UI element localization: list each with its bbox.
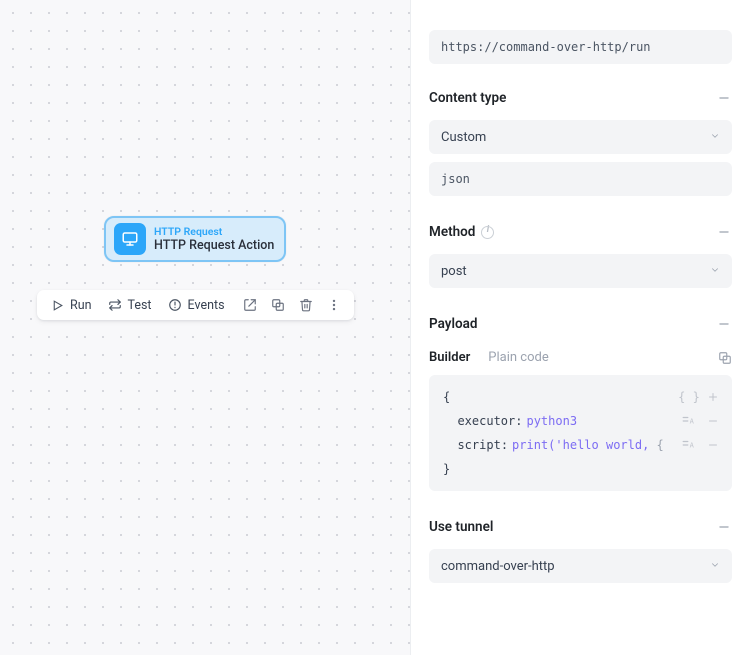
section-title-method: Method xyxy=(429,224,475,240)
section-title-content-type: Content type xyxy=(429,90,506,106)
remove-icon[interactable] xyxy=(706,438,720,452)
payload-val-executor: python3 xyxy=(526,414,577,428)
code-brace-open: { xyxy=(443,385,450,409)
run-button[interactable]: Run xyxy=(45,294,98,316)
events-label: Events xyxy=(188,298,225,313)
add-icon[interactable] xyxy=(706,390,720,404)
tunnel-value: command-over-http xyxy=(441,559,555,574)
content-type-select[interactable]: Custom xyxy=(429,120,732,154)
node-title: HTTP Request Action xyxy=(154,238,274,254)
code-brace-close: } xyxy=(443,457,450,481)
more-icon[interactable] xyxy=(322,294,346,316)
braces-icon[interactable]: { } xyxy=(682,390,696,404)
payload-val-script: print('hello world, xyxy=(512,438,649,452)
chevron-down-icon xyxy=(710,559,720,574)
payload-code-builder[interactable]: { { } executor:python3 A xyxy=(429,375,732,491)
svg-text:A: A xyxy=(690,417,695,425)
payload-key-script: script xyxy=(457,438,500,452)
svg-text:A: A xyxy=(690,441,695,449)
monitor-icon xyxy=(114,223,146,255)
events-button[interactable]: Events xyxy=(162,294,231,316)
collapse-icon[interactable] xyxy=(716,316,732,332)
text-format-icon[interactable]: A xyxy=(682,414,696,428)
payload-key-executor: executor xyxy=(457,414,515,428)
collapse-icon[interactable] xyxy=(716,519,732,535)
node-http-request[interactable]: HTTP Request HTTP Request Action xyxy=(104,216,286,262)
url-value: https://command-over-http/run xyxy=(441,40,651,54)
tab-builder[interactable]: Builder xyxy=(429,350,470,365)
copy-icon[interactable] xyxy=(266,294,290,316)
node-type-label: HTTP Request xyxy=(154,225,274,238)
copy-icon[interactable] xyxy=(718,351,732,365)
tunnel-select[interactable]: command-over-http xyxy=(429,549,732,583)
tab-plain-code[interactable]: Plain code xyxy=(488,350,548,365)
payload-val-script-extra: { xyxy=(649,438,663,452)
url-input[interactable]: https://command-over-http/run xyxy=(429,30,732,64)
content-subtype-input[interactable]: json xyxy=(429,162,732,196)
section-title-payload: Payload xyxy=(429,316,477,332)
method-select[interactable]: post xyxy=(429,254,732,288)
payload-tabs: Builder Plain code xyxy=(429,350,732,365)
test-label: Test xyxy=(128,298,152,313)
trash-icon[interactable] xyxy=(294,294,318,316)
section-title-tunnel: Use tunnel xyxy=(429,519,493,535)
chevron-down-icon xyxy=(710,130,720,145)
open-external-icon[interactable] xyxy=(239,294,263,316)
test-button[interactable]: Test xyxy=(102,294,158,316)
collapse-icon[interactable] xyxy=(716,90,732,106)
info-icon[interactable] xyxy=(481,226,494,239)
method-value: post xyxy=(441,264,467,279)
text-format-icon[interactable]: A xyxy=(682,438,696,452)
workflow-canvas[interactable]: HTTP Request HTTP Request Action Run Tes… xyxy=(0,0,410,655)
chevron-down-icon xyxy=(710,264,720,279)
run-label: Run xyxy=(70,298,92,313)
content-type-value: Custom xyxy=(441,130,486,145)
collapse-icon[interactable] xyxy=(716,224,732,240)
node-toolbar: Run Test Events xyxy=(37,290,354,320)
properties-panel: https://command-over-http/run Content ty… xyxy=(410,0,746,655)
remove-icon[interactable] xyxy=(706,414,720,428)
content-subtype-value: json xyxy=(441,172,470,186)
